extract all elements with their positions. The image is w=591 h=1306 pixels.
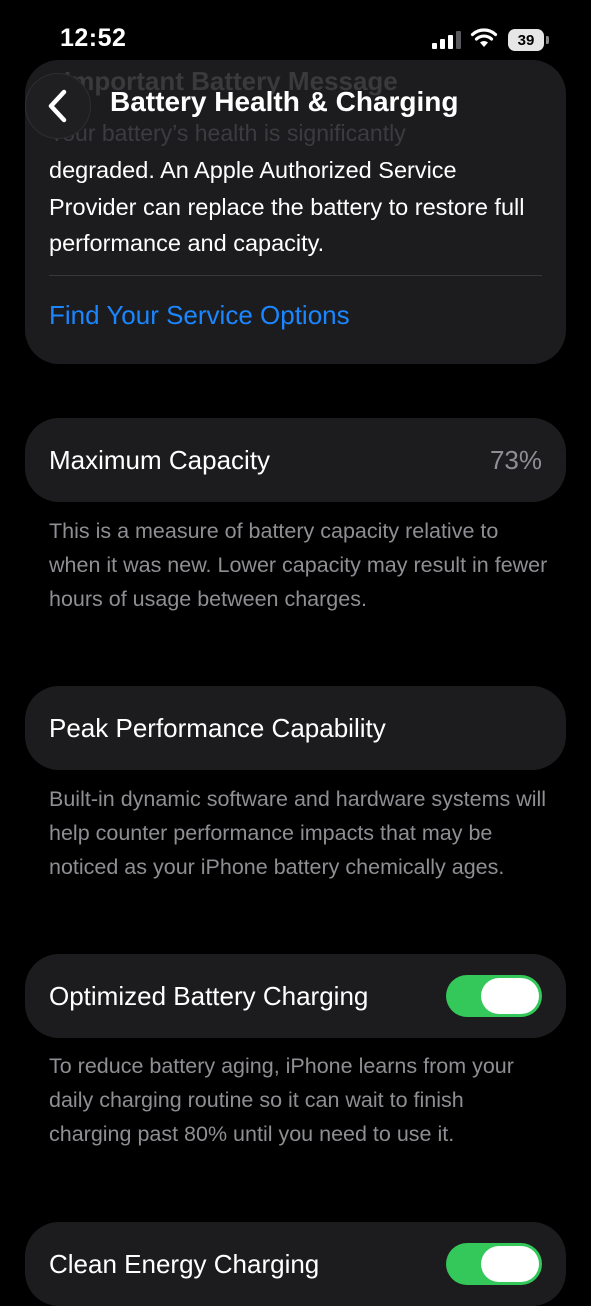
find-service-options-link[interactable]: Find Your Service Options: [49, 300, 350, 331]
clean-energy-label: Clean Energy Charging: [49, 1248, 320, 1279]
clean-energy-toggle[interactable]: [446, 1243, 542, 1285]
peak-performance-row: Peak Performance Capability: [25, 686, 566, 770]
wifi-icon: [470, 28, 498, 47]
maximum-capacity-label: Maximum Capacity: [49, 444, 271, 475]
back-button[interactable]: [25, 73, 91, 139]
maximum-capacity-value: 73%: [489, 444, 542, 475]
battery-level: 39: [508, 29, 544, 51]
optimized-charging-footnote: To reduce battery aging, iPhone learns f…: [49, 1054, 514, 1146]
page-title: Battery Health & Charging: [110, 86, 459, 117]
signal-icon: [432, 31, 461, 49]
maximum-capacity-row: Maximum Capacity 73%: [25, 418, 566, 502]
optimized-charging-toggle[interactable]: [446, 975, 542, 1017]
chevron-left-icon: [48, 89, 67, 123]
message-divider: [49, 275, 542, 276]
peak-performance-footnote: Built-in dynamic software and hardware s…: [49, 787, 547, 879]
optimized-charging-row: Optimized Battery Charging: [25, 954, 566, 1038]
optimized-charging-label: Optimized Battery Charging: [49, 980, 369, 1011]
clean-energy-row: Clean Energy Charging: [25, 1222, 566, 1306]
status-time: 12:52: [60, 24, 127, 52]
peak-performance-label: Peak Performance Capability: [49, 712, 386, 743]
message-text: degraded. An Apple Authorized Service Pr…: [49, 157, 525, 256]
battery-icon: 39: [508, 29, 550, 51]
message-text-faded: Your battery’s health is significantly: [49, 120, 406, 146]
maximum-capacity-footnote: This is a measure of battery capacity re…: [49, 519, 548, 611]
